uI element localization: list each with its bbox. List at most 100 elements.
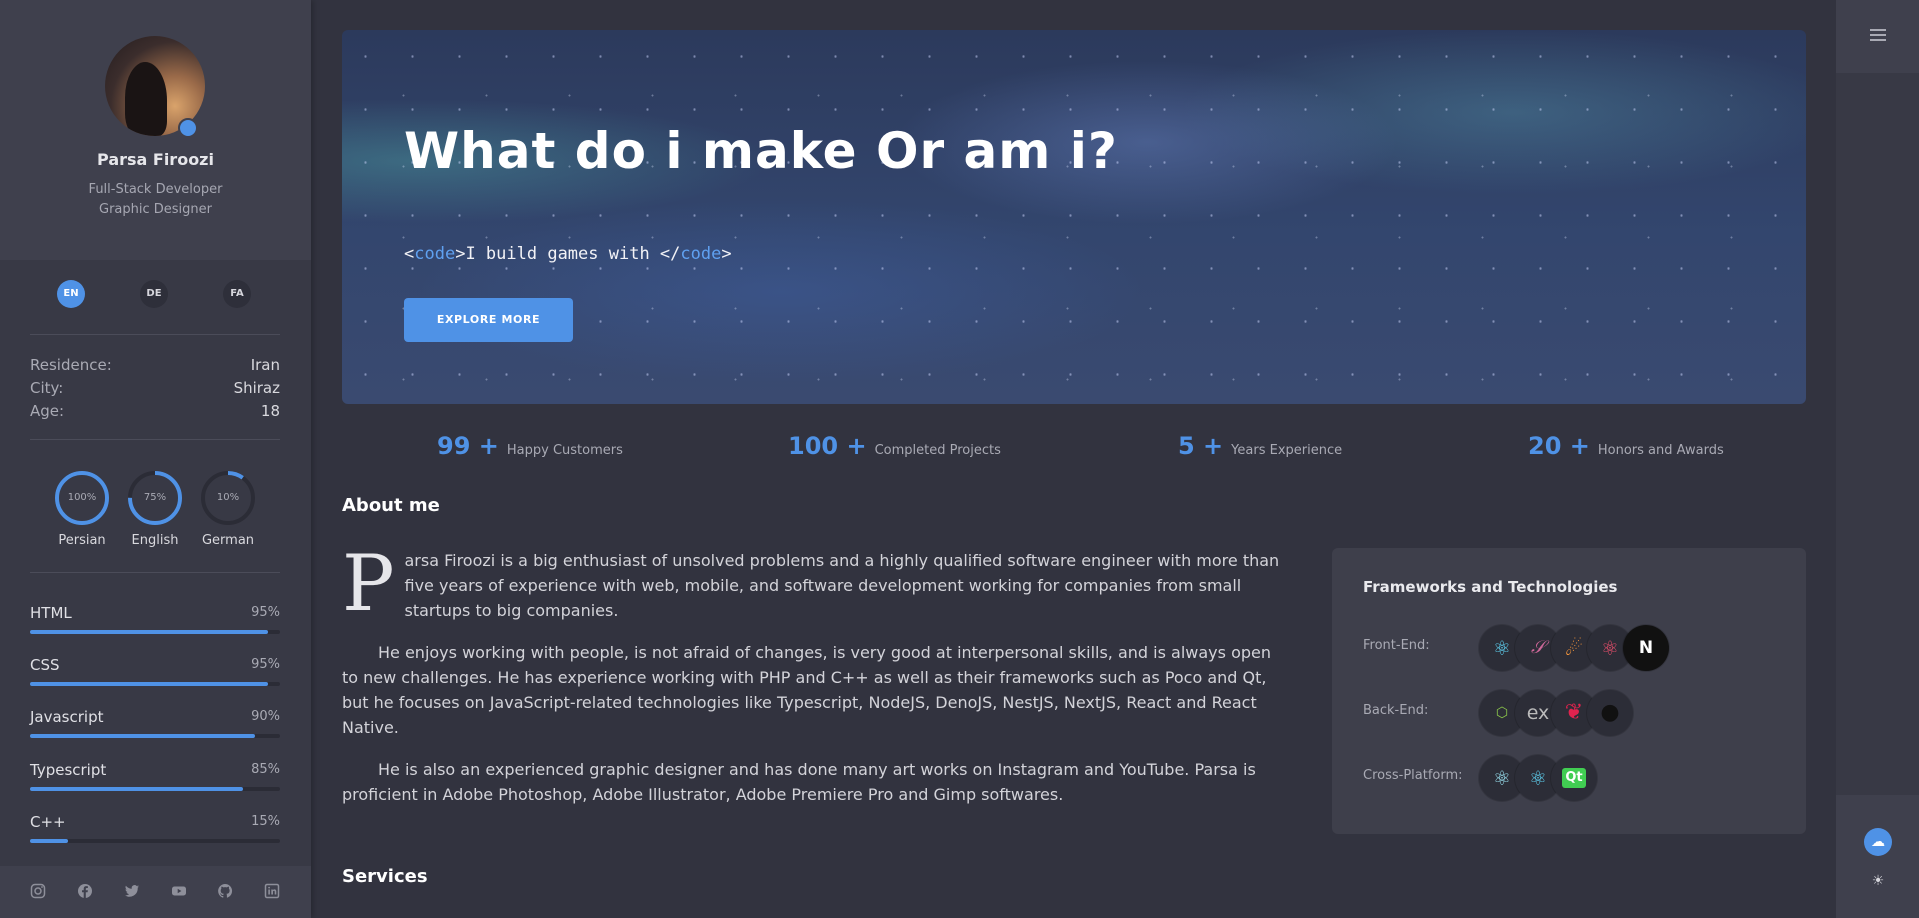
- rail-header: [1836, 0, 1919, 73]
- stat-number: 5 +: [1178, 432, 1224, 460]
- skill-bar-fill: [30, 839, 68, 843]
- info-age-label: Age:: [30, 402, 65, 420]
- info-city-value: Shiraz: [233, 379, 280, 397]
- info-residence: Residence: Iran: [30, 356, 280, 374]
- hero-title: What do i make Or am i?: [404, 122, 1118, 180]
- stat-happy-customers: 99 + Happy Customers: [437, 432, 623, 460]
- profile-card: Parsa Firoozi Full-Stack Developer Graph…: [0, 0, 311, 260]
- lang-fa-button[interactable]: FA: [223, 280, 251, 308]
- skill-css: CSS 95%: [30, 656, 280, 686]
- divider: [30, 439, 280, 440]
- skill-percent: 95%: [251, 657, 280, 672]
- facebook-icon[interactable]: [76, 883, 94, 901]
- main-content: What do i make Or am i? <code>I build ga…: [311, 0, 1836, 918]
- stat-number: 99 +: [437, 432, 499, 460]
- dark-mode-icon[interactable]: ☁: [1864, 828, 1892, 856]
- nextjs-icon[interactable]: N: [1623, 625, 1669, 671]
- deno-icon[interactable]: ●: [1587, 690, 1633, 736]
- info-city-label: City:: [30, 379, 64, 397]
- qt-icon[interactable]: Qt: [1551, 755, 1597, 801]
- skill-html: HTML 95%: [30, 604, 280, 634]
- skill-name: CSS: [30, 656, 60, 674]
- stat-number: 100 +: [788, 432, 867, 460]
- skill-bar: [30, 839, 280, 843]
- skill-bar: [30, 630, 280, 634]
- skill-percent: 90%: [251, 709, 280, 724]
- stat-label: Years Experience: [1231, 443, 1343, 458]
- menu-icon[interactable]: [1870, 29, 1886, 41]
- lang-en-button[interactable]: EN: [57, 280, 85, 308]
- skill-typescript: Typescript 85%: [30, 761, 280, 791]
- frameworks-title: Frameworks and Technologies: [1363, 578, 1618, 596]
- services-heading: Services: [342, 866, 428, 887]
- skill-cpp: C++ 15%: [30, 813, 280, 843]
- skill-percent: 95%: [251, 605, 280, 620]
- language-meter-percent: 100%: [67, 492, 97, 503]
- stat-label: Honors and Awards: [1597, 443, 1724, 458]
- skill-bar-fill: [30, 787, 243, 791]
- info-residence-value: Iran: [250, 356, 280, 374]
- about-paragraph: He enjoys working with people, is not af…: [342, 643, 1271, 737]
- skill-bar-fill: [30, 682, 268, 686]
- twitter-icon[interactable]: [123, 883, 141, 901]
- github-icon[interactable]: [216, 883, 234, 901]
- language-switcher: EN DE FA: [0, 280, 311, 310]
- social-links: [0, 866, 311, 918]
- stat-number: 20 +: [1528, 432, 1590, 460]
- frameworks-row-label: Cross-Platform:: [1363, 768, 1463, 783]
- sidebar: Parsa Firoozi Full-Stack Developer Graph…: [0, 0, 311, 918]
- stat-completed-projects: 100 + Completed Projects: [788, 432, 1001, 460]
- language-meter-german: 10% German: [200, 470, 256, 548]
- profile-role-developer: Full-Stack Developer: [88, 182, 223, 197]
- language-meter-label: German: [201, 533, 255, 548]
- starfield-background: [342, 30, 1806, 404]
- frameworks-row-label: Back-End:: [1363, 703, 1429, 718]
- frameworks-row-label: Front-End:: [1363, 638, 1430, 653]
- language-meter-percent: 75%: [143, 492, 167, 503]
- skill-percent: 85%: [251, 762, 280, 777]
- language-meter-percent: 10%: [216, 492, 240, 503]
- hero-typing-text: <code>I build games with </code>: [404, 244, 732, 264]
- skill-percent: 15%: [251, 814, 280, 829]
- frameworks-card: Frameworks and Technologies Front-End: ⚛…: [1332, 548, 1806, 834]
- skill-name: Javascript: [30, 708, 104, 726]
- light-mode-icon[interactable]: ☀: [1864, 867, 1892, 895]
- skill-bar: [30, 734, 280, 738]
- theme-switcher: ☁ ☀: [1836, 795, 1919, 918]
- about-text: Parsa Firoozi is a big enthusiast of uns…: [342, 539, 1292, 824]
- info-age-value: 18: [260, 402, 280, 420]
- youtube-icon[interactable]: [170, 883, 188, 901]
- info-residence-label: Residence:: [30, 356, 112, 374]
- about-paragraph: He is also an experienced graphic design…: [342, 760, 1256, 804]
- skill-name: C++: [30, 813, 66, 831]
- stat-label: Completed Projects: [874, 443, 1001, 458]
- right-rail: ☁ ☀: [1836, 0, 1919, 918]
- profile-role-designer: Graphic Designer: [99, 202, 212, 217]
- stat-honors-awards: 20 + Honors and Awards: [1528, 432, 1724, 460]
- skill-name: HTML: [30, 604, 72, 622]
- language-meter-persian: 100% Persian: [54, 470, 110, 548]
- info-city: City: Shiraz: [30, 379, 280, 397]
- drop-cap: P: [342, 539, 395, 629]
- language-meter-english: 75% English: [127, 470, 183, 548]
- skill-name: Typescript: [30, 761, 107, 779]
- divider: [30, 334, 280, 335]
- hero-banner: What do i make Or am i? <code>I build ga…: [342, 30, 1806, 404]
- lang-de-button[interactable]: DE: [140, 280, 168, 308]
- skill-bar-fill: [30, 734, 255, 738]
- skill-javascript: Javascript 90%: [30, 708, 280, 738]
- online-status-dot: [178, 118, 198, 138]
- stat-label: Happy Customers: [506, 443, 623, 458]
- about-paragraph: Parsa Firoozi is a big enthusiast of uns…: [342, 539, 1280, 629]
- skill-bar-fill: [30, 630, 268, 634]
- profile-name: Parsa Firoozi: [97, 150, 214, 169]
- explore-more-button[interactable]: EXPLORE MORE: [404, 298, 573, 342]
- instagram-icon[interactable]: [29, 883, 47, 901]
- skill-bar: [30, 787, 280, 791]
- info-age: Age: 18: [30, 402, 280, 420]
- stat-years-experience: 5 + Years Experience: [1178, 432, 1342, 460]
- linkedin-icon[interactable]: [263, 883, 281, 901]
- about-heading: About me: [342, 495, 440, 516]
- divider: [30, 572, 280, 573]
- skill-bar: [30, 682, 280, 686]
